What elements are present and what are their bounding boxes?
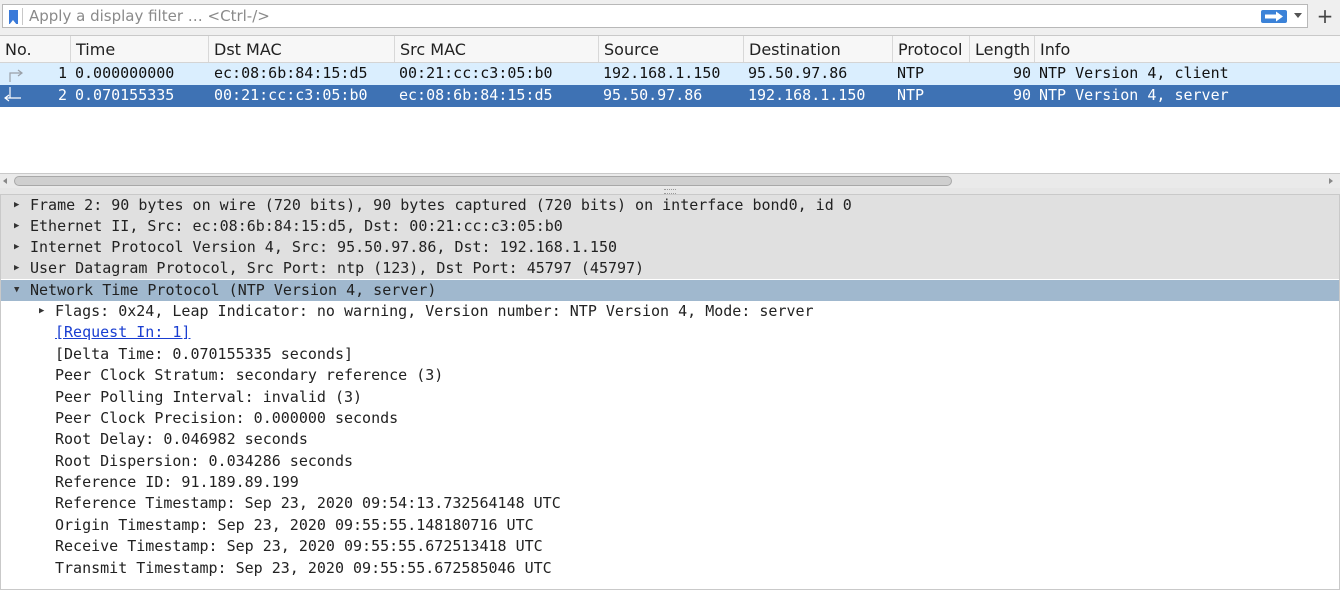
column-header-no[interactable]: No. xyxy=(0,36,71,62)
chevron-down-icon[interactable] xyxy=(1294,13,1302,18)
cell-dst-mac: ec:08:6b:84:15:d5 xyxy=(214,64,368,82)
scroll-right-icon[interactable] xyxy=(1329,178,1333,184)
tree-item-clock-precision[interactable]: Peer Clock Precision: 0.000000 seconds xyxy=(1,408,1339,429)
column-header-dst-mac[interactable]: Dst MAC xyxy=(209,36,395,62)
tree-item-frame[interactable]: ▶ Frame 2: 90 bytes on wire (720 bits), … xyxy=(1,195,1339,216)
scroll-left-icon[interactable] xyxy=(3,178,7,184)
tree-item-origin-timestamp[interactable]: Origin Timestamp: Sep 23, 2020 09:55:55.… xyxy=(1,515,1339,536)
cell-src-mac: ec:08:6b:84:15:d5 xyxy=(399,86,553,104)
tree-item-request-in[interactable]: [Request In: 1] xyxy=(1,322,1339,343)
cell-destination: 95.50.97.86 xyxy=(748,64,848,82)
apply-filter-button[interactable] xyxy=(1261,10,1287,23)
packet-list-header: No. Time Dst MAC Src MAC Source Destinat… xyxy=(0,36,1340,63)
cell-src-mac: 00:21:cc:c3:05:b0 xyxy=(399,64,553,82)
tree-item-udp[interactable]: ▶ User Datagram Protocol, Src Port: ntp … xyxy=(1,258,1339,279)
packet-row[interactable]: 1 0.000000000 ec:08:6b:84:15:d5 00:21:cc… xyxy=(0,63,1340,85)
tree-item-root-delay[interactable]: Root Delay: 0.046982 seconds xyxy=(1,429,1339,450)
tree-item-ipv4[interactable]: ▶ Internet Protocol Version 4, Src: 95.5… xyxy=(1,237,1339,258)
collapse-arrow-icon[interactable]: ▼ xyxy=(14,286,19,295)
packet-list: No. Time Dst MAC Src MAC Source Destinat… xyxy=(0,35,1340,174)
cell-info: NTP Version 4, server xyxy=(1039,86,1229,104)
column-header-destination[interactable]: Destination xyxy=(744,36,893,62)
tree-item-label: Ethernet II, Src: ec:08:6b:84:15:d5, Dst… xyxy=(30,217,563,235)
tree-item-transmit-timestamp[interactable]: Transmit Timestamp: Sep 23, 2020 09:55:5… xyxy=(1,558,1339,579)
tree-item-label: User Datagram Protocol, Src Port: ntp (1… xyxy=(30,259,645,277)
column-header-src-mac[interactable]: Src MAC xyxy=(395,36,599,62)
cell-no: 1 xyxy=(57,64,67,82)
column-header-info[interactable]: Info xyxy=(1035,36,1340,62)
cell-dst-mac: 00:21:cc:c3:05:b0 xyxy=(214,86,368,104)
add-filter-button[interactable]: + xyxy=(1314,4,1336,28)
tree-item-label: Network Time Protocol (NTP Version 4, se… xyxy=(30,281,437,299)
tree-item-reference-id[interactable]: Reference ID: 91.189.89.199 xyxy=(1,472,1339,493)
tree-item-label: Reference Timestamp: Sep 23, 2020 09:54:… xyxy=(55,494,561,512)
tree-item-polling-interval[interactable]: Peer Polling Interval: invalid (3) xyxy=(1,387,1339,408)
column-header-time[interactable]: Time xyxy=(71,36,209,62)
packet-details-tree: ▶ Frame 2: 90 bytes on wire (720 bits), … xyxy=(0,194,1340,590)
expand-arrow-icon[interactable]: ▶ xyxy=(14,243,19,252)
cell-info: NTP Version 4, client xyxy=(1039,64,1229,82)
cell-no: 2 xyxy=(57,86,67,104)
tree-item-label: Transmit Timestamp: Sep 23, 2020 09:55:5… xyxy=(55,559,552,577)
display-filter-toolbar: + xyxy=(0,0,1340,34)
tree-item-label: Reference ID: 91.189.89.199 xyxy=(55,473,299,491)
cell-time: 0.070155335 xyxy=(75,86,175,104)
column-header-source[interactable]: Source xyxy=(599,36,744,62)
tree-item-receive-timestamp[interactable]: Receive Timestamp: Sep 23, 2020 09:55:55… xyxy=(1,536,1339,557)
tree-item-ntp[interactable]: ▼ Network Time Protocol (NTP Version 4, … xyxy=(1,280,1339,301)
request-in-link[interactable]: [Request In: 1] xyxy=(55,322,190,343)
cell-protocol: NTP xyxy=(897,64,925,82)
tree-item-label: Peer Polling Interval: invalid (3) xyxy=(55,388,363,406)
tree-item-ethernet[interactable]: ▶ Ethernet II, Src: ec:08:6b:84:15:d5, D… xyxy=(1,216,1339,237)
packet-list-horizontal-scrollbar[interactable] xyxy=(0,174,1340,188)
cell-length: 90 xyxy=(1012,86,1031,104)
scrollbar-thumb[interactable] xyxy=(14,176,952,186)
tree-item-root-dispersion[interactable]: Root Dispersion: 0.034286 seconds xyxy=(1,451,1339,472)
cell-source: 192.168.1.150 xyxy=(603,64,721,82)
tree-item-ntp-flags[interactable]: ▶ Flags: 0x24, Leap Indicator: no warnin… xyxy=(1,301,1339,322)
tree-item-reference-timestamp[interactable]: Reference Timestamp: Sep 23, 2020 09:54:… xyxy=(1,493,1339,514)
expand-arrow-icon[interactable]: ▶ xyxy=(14,264,19,273)
display-filter-box[interactable] xyxy=(2,4,1308,28)
tree-item-label: [Delta Time: 0.070155335 seconds] xyxy=(55,345,354,363)
apply-filter-arrow-icon xyxy=(1265,11,1283,22)
tree-item-label: Origin Timestamp: Sep 23, 2020 09:55:55.… xyxy=(55,516,534,534)
tree-item-label: Frame 2: 90 bytes on wire (720 bits), 90… xyxy=(30,196,852,214)
cell-length: 90 xyxy=(1012,64,1031,82)
cell-protocol: NTP xyxy=(897,86,925,104)
filter-divider xyxy=(22,8,23,25)
tree-item-label: Root Delay: 0.046982 seconds xyxy=(55,430,308,448)
tree-item-label: Flags: 0x24, Leap Indicator: no warning,… xyxy=(55,302,814,320)
cell-source: 95.50.97.86 xyxy=(603,86,703,104)
tree-item-label: Peer Clock Precision: 0.000000 seconds xyxy=(55,409,399,427)
column-header-protocol[interactable]: Protocol xyxy=(893,36,970,62)
tree-item-stratum[interactable]: Peer Clock Stratum: secondary reference … xyxy=(1,365,1339,386)
packet-row-selected[interactable]: 2 0.070155335 00:21:cc:c3:05:b0 ec:08:6b… xyxy=(0,85,1340,107)
column-header-length[interactable]: Length xyxy=(970,36,1035,62)
display-filter-input[interactable] xyxy=(25,6,1253,26)
tree-item-delta-time[interactable]: [Delta Time: 0.070155335 seconds] xyxy=(1,344,1339,365)
tree-item-label: Receive Timestamp: Sep 23, 2020 09:55:55… xyxy=(55,537,543,555)
expand-arrow-icon[interactable]: ▶ xyxy=(39,307,44,316)
cell-destination: 192.168.1.150 xyxy=(748,86,866,104)
expand-arrow-icon[interactable]: ▶ xyxy=(14,201,19,210)
tree-item-label: Internet Protocol Version 4, Src: 95.50.… xyxy=(30,238,617,256)
bookmark-icon[interactable] xyxy=(9,10,18,25)
cell-time: 0.000000000 xyxy=(75,64,175,82)
tree-item-label: Root Dispersion: 0.034286 seconds xyxy=(55,452,354,470)
tree-item-label: Peer Clock Stratum: secondary reference … xyxy=(55,366,444,384)
expand-arrow-icon[interactable]: ▶ xyxy=(14,222,19,231)
